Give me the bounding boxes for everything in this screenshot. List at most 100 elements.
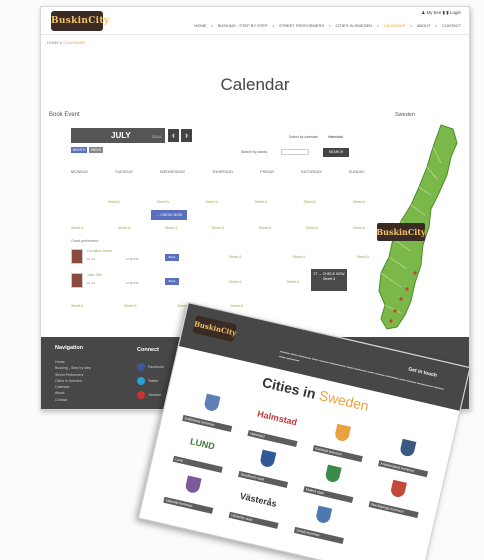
site-logo[interactable]: BuskinCity xyxy=(51,11,109,31)
calendar-cell[interactable]: Street A xyxy=(118,226,130,230)
twitter-icon xyxy=(137,377,145,385)
city-card-karlstad[interactable]: Karlstad kommun xyxy=(307,416,375,463)
city-name-label[interactable]: Stockholm stad xyxy=(237,470,289,488)
footer-links: Home Busking - Step by step Street Perfo… xyxy=(55,359,91,403)
youtube-link[interactable]: Youtube xyxy=(137,391,161,399)
page-title: Calendar xyxy=(220,75,290,94)
city-marker[interactable] xyxy=(393,309,397,313)
sweden-map[interactable]: BuskinCity xyxy=(371,123,466,333)
city-marker[interactable] xyxy=(399,297,403,301)
month-label: JULY xyxy=(111,131,131,140)
city-card-kristianstad[interactable]: Kristianstads kommun xyxy=(372,431,440,478)
city-crest-icon xyxy=(389,479,407,499)
calendar-cell[interactable]: Street A xyxy=(165,226,177,230)
city-name-label[interactable]: Lund xyxy=(172,455,223,473)
calendar-cell[interactable]: Street A xyxy=(230,304,242,308)
city-name-label[interactable]: Uppsala kommun xyxy=(163,496,214,514)
calendar-week-row: Street A Street A Street A Street A Stre… xyxy=(71,226,365,230)
calendar-cell[interactable]: Street A xyxy=(357,255,369,259)
city-card-halmstad[interactable]: Halmstad Halmstad xyxy=(242,401,310,448)
main-nav: HOME • BUSKING - STEP BY STEP • STREET PER… xyxy=(194,23,461,28)
city-card-malm[interactable]: Malmö stad xyxy=(297,457,365,504)
city-name-label[interactable]: Kristianstads kommun xyxy=(377,460,429,478)
avatar xyxy=(71,273,83,288)
city-name-label[interactable]: Umeå kommun xyxy=(293,526,344,544)
calendar-cell[interactable]: Street A xyxy=(353,200,365,204)
city-marker[interactable] xyxy=(389,319,393,323)
guest-name[interactable]: Jake Tate xyxy=(87,273,102,277)
twitter-link[interactable]: Twitter xyxy=(137,377,159,385)
calendar-cell[interactable]: Street A xyxy=(157,200,169,204)
calendar-cell[interactable]: Street A xyxy=(229,255,241,259)
nav-home[interactable]: HOME xyxy=(194,23,206,28)
calendar-cell[interactable]: Street A xyxy=(255,200,267,204)
nav-cities[interactable]: CITIES IN SWEDEN xyxy=(335,23,372,28)
calendar-cell[interactable]: Street A xyxy=(304,200,316,204)
user-bar[interactable]: ♟ My bee ▮ ▮ Login xyxy=(421,10,461,16)
city-card-uppsala[interactable]: Uppsala kommun xyxy=(157,468,225,515)
calendar-cell[interactable]: Street A xyxy=(71,304,83,308)
city-card-norrkping[interactable]: Norrköpings kommun xyxy=(363,472,431,519)
search-input[interactable] xyxy=(281,149,309,155)
guest-book-button[interactable]: Book xyxy=(165,278,179,285)
city-name-label[interactable]: Norrköpings kommun xyxy=(368,501,419,519)
nav-performers[interactable]: STREET PERFORMERS xyxy=(279,23,324,28)
calendar-cell[interactable]: Street A xyxy=(353,226,365,230)
calendar-cell[interactable]: Street A xyxy=(108,200,120,204)
guest-name[interactable]: Cornelius Aaron xyxy=(87,249,112,253)
calendar-cell[interactable]: Street A xyxy=(287,280,299,284)
prev-month-button[interactable]: ‹ xyxy=(168,129,179,142)
breadcrumb-home[interactable]: HOME xyxy=(47,40,59,45)
tab-month[interactable]: MONTH xyxy=(71,147,87,153)
calendar-cell[interactable]: Street A xyxy=(71,226,83,230)
search-button[interactable]: SEARCH xyxy=(323,148,349,157)
guest-performers-heading: Guest performers xyxy=(71,239,99,243)
city-card-eskilstuna[interactable]: Eskilstuna kommun xyxy=(176,386,244,433)
guest-row[interactable]: Jake Tate 14 Jul 12:00 PM Street Book xyxy=(71,273,181,293)
cities-site-logo[interactable]: BuskinCity xyxy=(192,315,237,343)
nav-contact[interactable]: CONTACT xyxy=(442,23,461,28)
calendar-cell[interactable]: Street A xyxy=(124,304,136,308)
select-calendar-value[interactable]: Halmstad xyxy=(328,135,343,139)
facebook-icon xyxy=(137,363,145,371)
guest-row[interactable]: Cornelius Aaron 14 Jul 12:00 PM Street B… xyxy=(71,249,181,269)
twitter-label: Twitter xyxy=(148,379,159,383)
facebook-link[interactable]: Facebook xyxy=(137,363,164,371)
city-card-ume[interactable]: Umeå kommun xyxy=(288,498,356,545)
city-card-vsters[interactable]: Västerås Västerås stad xyxy=(223,483,291,530)
footer-link[interactable]: Contact xyxy=(55,397,91,403)
get-in-touch-heading: Get in touch xyxy=(407,366,438,379)
city-card-lund[interactable]: LUND Lund xyxy=(167,427,235,474)
youtube-icon xyxy=(137,391,145,399)
guest-book-button[interactable]: Book xyxy=(165,254,179,261)
year-label: 2014 xyxy=(152,134,161,139)
calendar-cell[interactable]: Street A xyxy=(306,226,318,230)
footer-link[interactable]: Busking - Step by step xyxy=(55,365,91,371)
city-name-label[interactable]: Västerås stad xyxy=(228,511,279,529)
city-crest-icon xyxy=(333,423,352,443)
calendar-cell[interactable]: Street A xyxy=(212,226,224,230)
nav-busking[interactable]: BUSKING - STEP BY STEP xyxy=(218,23,268,28)
city-marker[interactable] xyxy=(413,271,417,275)
city-name-label[interactable]: Karlstad kommun xyxy=(312,445,363,463)
event-check-now-button[interactable]: → CHECK NOW xyxy=(151,210,187,220)
tab-week[interactable]: WEEK xyxy=(89,147,103,153)
calendar-cell[interactable]: Street A xyxy=(259,226,271,230)
calendar-cell[interactable]: Street A xyxy=(229,280,241,284)
calendar-cell[interactable]: Street A xyxy=(206,200,218,204)
city-crest-icon xyxy=(203,393,221,413)
calendar-week-row: Street A Street A xyxy=(229,280,299,284)
city-card-stockholm[interactable]: Stockholm stad xyxy=(232,442,300,489)
city-name-label[interactable]: Eskilstuna kommun xyxy=(182,414,233,432)
nav-calendar[interactable]: CALENDAR xyxy=(384,23,406,28)
weekday-tue: TUESDAY xyxy=(114,169,134,174)
city-marker[interactable] xyxy=(405,287,409,291)
city-name-label[interactable]: Halmstad xyxy=(247,429,298,448)
calendar-cell[interactable]: Street A xyxy=(293,255,305,259)
event-check-now-button-2[interactable]: 27 → CHECK NOW Street 3 xyxy=(311,269,347,291)
next-month-button[interactable]: › xyxy=(181,129,192,142)
city-name-label[interactable]: Malmö stad xyxy=(303,485,354,504)
cities-title-text: Cities in xyxy=(260,374,318,402)
nav-about[interactable]: ABOUT xyxy=(417,23,431,28)
city-wordmark: LUND xyxy=(189,436,216,452)
